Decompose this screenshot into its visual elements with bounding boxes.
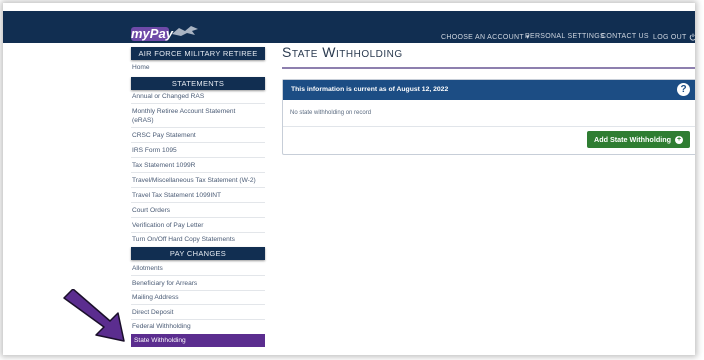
power-icon (689, 33, 695, 41)
pay-changes-header: PAY CHANGES (131, 247, 265, 260)
contact-us-link[interactable]: CONTACT US (601, 33, 649, 40)
log-out-label: LOG OUT (653, 33, 687, 41)
divider (131, 290, 265, 291)
sidebar-item-verification[interactable]: Verification of Pay Letter (132, 222, 203, 230)
sidebar-item-direct-deposit[interactable]: Direct Deposit (132, 309, 173, 317)
sidebar-item-home[interactable]: Home (132, 64, 150, 72)
sidebar-item-monthly-ras[interactable]: Monthly Retiree Account Statement (132, 108, 235, 116)
divider (131, 217, 265, 218)
divider (131, 142, 265, 143)
sidebar-item-w2[interactable]: Travel/Miscellaneous Tax Statement (W-2) (132, 177, 256, 185)
divider (131, 103, 265, 104)
divider (131, 319, 265, 320)
title-underline (282, 67, 695, 69)
sidebar-item-allotments[interactable]: Allotments (132, 265, 163, 273)
statements-header: STATEMENTS (131, 77, 265, 90)
panel-header: This information is current as of August… (283, 80, 695, 100)
divider (131, 275, 265, 276)
arrow-pointer-icon (63, 289, 125, 342)
log-out-link[interactable]: LOG OUT (653, 33, 695, 41)
question-circle-icon[interactable]: ? (677, 83, 690, 96)
eagle-shape-icon (172, 26, 198, 36)
mypay-logo[interactable]: myPay (131, 17, 201, 43)
choose-account-link[interactable]: CHOOSE AN ACCOUNT ▾ (441, 33, 530, 41)
currency-date-text: This information is current as of August… (291, 86, 449, 93)
add-button-label: Add State Withholding (594, 135, 671, 144)
sidebar-item-1099int[interactable]: Travel Tax Statement 1099INT (132, 192, 221, 200)
divider (131, 172, 265, 173)
no-record-message: No state withholding on record (290, 110, 372, 116)
browser-frame: myPay CHOOSE AN ACCOUNT ▾ PERSONAL SETTI… (3, 3, 695, 355)
divider (131, 304, 265, 305)
sidebar-item-federal-withholding[interactable]: Federal Withholding (132, 323, 191, 331)
divider (131, 202, 265, 203)
sidebar-item-irs-1095[interactable]: IRS Form 1095 (132, 147, 177, 155)
logo-text: myPay (131, 26, 173, 41)
sidebar-item-annual-ras[interactable]: Annual or Changed RAS (132, 93, 204, 101)
sidebar-item-court-orders[interactable]: Court Orders (132, 207, 170, 215)
eagle-logo-icon (171, 25, 199, 37)
account-type-header: AIR FORCE MILITARY RETIREE (131, 47, 265, 60)
sidebar-item-mailing-address[interactable]: Mailing Address (132, 294, 179, 302)
sidebar-item-crsc[interactable]: CRSC Pay Statement (132, 132, 196, 140)
sidebar-item-1099r[interactable]: Tax Statement 1099R (132, 162, 195, 170)
personal-settings-link[interactable]: PERSONAL SETTINGS (525, 33, 605, 40)
sidebar-item-state-withholding[interactable]: State Withholding (131, 334, 265, 347)
withholding-panel: This information is current as of August… (282, 79, 695, 155)
divider (131, 187, 265, 188)
divider (131, 232, 265, 233)
divider (283, 126, 695, 127)
divider (131, 157, 265, 158)
plus-circle-icon: + (675, 136, 683, 145)
divider (131, 127, 265, 128)
page-title: State Withholding (282, 44, 403, 60)
add-state-withholding-button[interactable]: Add State Withholding + (587, 131, 690, 148)
sidebar-item-monthly-ras-suffix[interactable]: (eRAS) (132, 117, 154, 125)
sidebar-item-hard-copy[interactable]: Turn On/Off Hard Copy Statements (132, 236, 235, 244)
top-navigation-bar: myPay CHOOSE AN ACCOUNT ▾ PERSONAL SETTI… (3, 11, 695, 43)
sidebar-item-beneficiary[interactable]: Beneficiary for Arrears (132, 280, 197, 288)
